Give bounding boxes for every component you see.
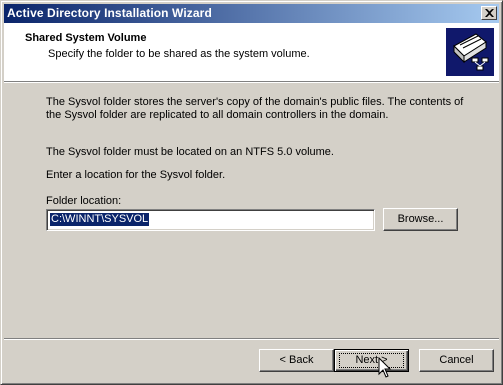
page-title: Shared System Volume <box>25 32 147 44</box>
sysvol-description-line2: the Sysvol folder are replicated to all … <box>46 109 389 121</box>
focus-rectangle <box>339 353 404 368</box>
wizard-header: Shared System Volume Specify the folder … <box>4 23 499 81</box>
folder-location-input[interactable]: C:\WINNT\SYSVOL <box>46 209 375 231</box>
close-icon <box>485 9 494 17</box>
directory-book-icon <box>446 28 494 76</box>
close-button[interactable] <box>481 6 497 20</box>
back-button-label: < Back <box>279 354 314 366</box>
wizard-window: Active Directory Installation Wizard Sha… <box>0 0 503 385</box>
next-button[interactable]: Next > <box>334 349 409 372</box>
cancel-button-label: Cancel <box>439 354 474 366</box>
enter-location-text: Enter a location for the Sysvol folder. <box>46 169 226 181</box>
folder-location-label: Folder location: <box>46 195 122 207</box>
window-title: Active Directory Installation Wizard <box>7 6 212 20</box>
ntfs-requirement-text: The Sysvol folder must be located on an … <box>46 146 334 158</box>
sysvol-description-line1: The Sysvol folder stores the server's co… <box>46 96 464 108</box>
browse-button-label: Browse... <box>397 213 444 225</box>
header-divider <box>4 81 499 83</box>
mouse-pointer-icon <box>378 357 392 378</box>
folder-location-value: C:\WINNT\SYSVOL <box>50 213 150 226</box>
browse-button[interactable]: Browse... <box>383 208 458 231</box>
back-button[interactable]: < Back <box>259 349 334 372</box>
title-bar[interactable]: Active Directory Installation Wizard <box>4 4 499 23</box>
footer-divider <box>4 338 499 340</box>
cancel-button[interactable]: Cancel <box>419 349 494 372</box>
page-subtitle: Specify the folder to be shared as the s… <box>48 48 310 60</box>
